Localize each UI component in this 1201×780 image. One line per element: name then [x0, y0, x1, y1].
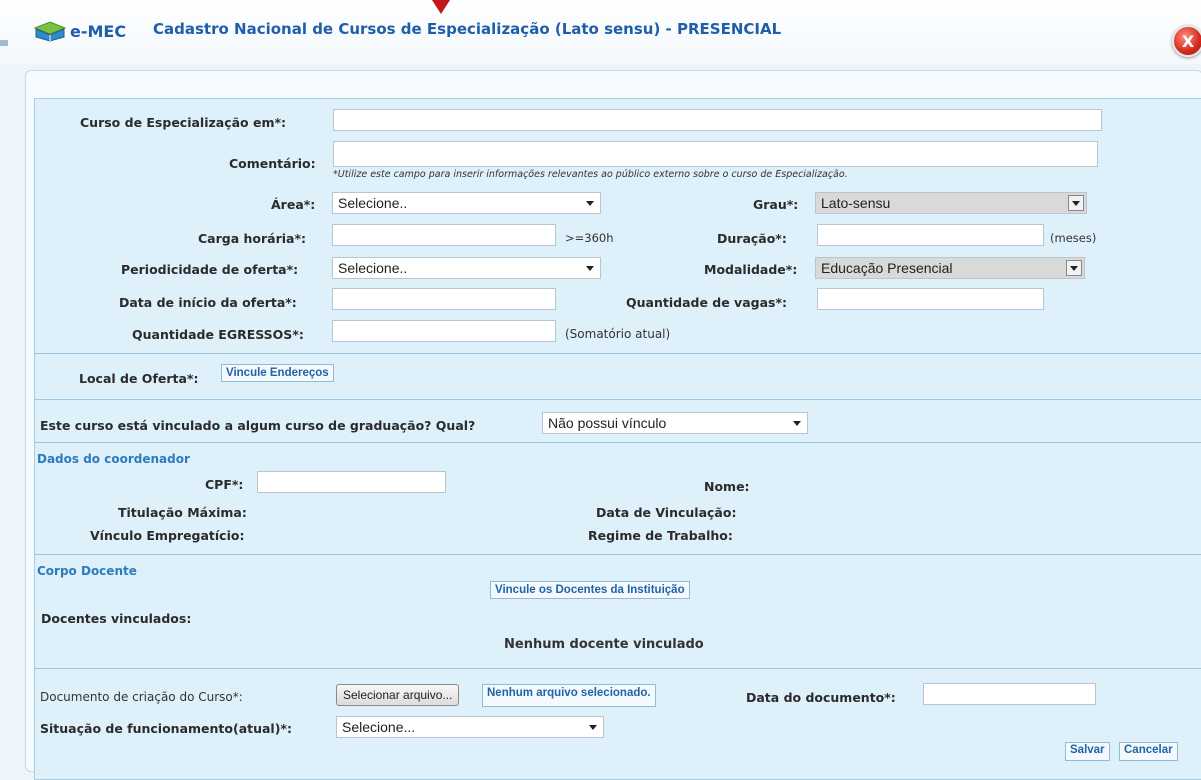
left-edge-marker: [0, 40, 8, 46]
selecionar-arquivo-button[interactable]: Selecionar arquivo...: [336, 684, 460, 706]
book-logo-icon: [33, 21, 67, 42]
file-status: Nenhum arquivo selecionado.: [482, 684, 656, 707]
chevron-down-icon: [589, 725, 597, 730]
divider: [34, 442, 1201, 443]
dropdown-button[interactable]: [1066, 260, 1082, 276]
data-vinculacao-label: Data de Vinculação:: [596, 505, 737, 520]
curso-label: Curso de Especialização em*:: [80, 115, 287, 130]
carga-input[interactable]: [332, 224, 556, 246]
documento-label: Documento de criação do Curso*:: [40, 690, 243, 704]
chevron-down-icon: [1072, 201, 1080, 206]
vinculo-select[interactable]: Não possui vínculo: [542, 412, 808, 434]
nome-label: Nome:: [704, 479, 750, 494]
comentario-input[interactable]: [333, 141, 1098, 167]
duracao-input[interactable]: [817, 224, 1044, 246]
coordenador-section-title: Dados do coordenador: [37, 452, 190, 466]
dropdown-button[interactable]: [1068, 195, 1084, 211]
divider: [34, 668, 1201, 669]
regime-label: Regime de Trabalho:: [588, 528, 733, 543]
comentario-hint: *Utilize este campo para inserir informa…: [333, 169, 848, 180]
vinculo-label: Este curso está vinculado a algum curso …: [40, 418, 476, 433]
vincule-enderecos-button[interactable]: Vincule Endereços: [221, 364, 334, 382]
periodicidade-label: Periodicidade de oferta*:: [121, 262, 299, 277]
data-documento-input[interactable]: [923, 683, 1096, 705]
situacao-label: Situação de funcionamento(atual)*:: [40, 721, 292, 736]
area-label: Área*:: [271, 197, 316, 212]
chevron-down-icon: [1070, 266, 1078, 271]
carga-hint: >=360h: [565, 231, 614, 245]
close-icon: X: [1181, 31, 1195, 51]
titulacao-label: Titulação Máxima:: [118, 505, 247, 520]
periodicidade-select[interactable]: Selecione..: [332, 257, 601, 279]
grau-select[interactable]: Lato-sensu: [815, 192, 1087, 214]
situacao-select[interactable]: Selecione...: [336, 716, 604, 738]
docentes-empty-message: Nenhum docente vinculado: [504, 637, 704, 652]
egressos-label: Quantidade EGRESSOS*:: [132, 327, 304, 342]
area-select[interactable]: Selecione..: [332, 192, 601, 214]
vinculo-empregaticio-label: Vínculo Empregatício:: [90, 528, 245, 543]
pointer-marker-icon: [432, 0, 450, 14]
modalidade-selected-value: Educação Presencial: [821, 260, 953, 276]
curso-input[interactable]: [333, 109, 1102, 131]
local-label: Local de Oferta*:: [79, 371, 199, 386]
logo-text: e-MEC: [70, 21, 127, 41]
divider: [34, 399, 1201, 400]
page-title: Cadastro Nacional de Cursos de Especiali…: [153, 20, 782, 38]
carga-label: Carga horária*:: [198, 231, 307, 246]
save-button[interactable]: Salvar: [1065, 742, 1110, 761]
close-button[interactable]: X: [1172, 25, 1201, 57]
vagas-label: Quantidade de vagas*:: [626, 295, 787, 310]
modalidade-label: Modalidade*:: [704, 262, 798, 277]
emec-logo: e-MEC: [33, 20, 126, 42]
divider: [34, 554, 1201, 555]
modalidade-select[interactable]: Educação Presencial: [815, 257, 1085, 279]
cpf-label: CPF*:: [205, 477, 244, 492]
duracao-hint: (meses): [1050, 231, 1097, 245]
periodicidade-selected-value: Selecione..: [338, 260, 408, 276]
egressos-input[interactable]: [332, 320, 556, 342]
data-inicio-input[interactable]: [332, 288, 556, 310]
egressos-hint: (Somatório atual): [565, 327, 671, 341]
duracao-label: Duração*:: [717, 231, 787, 246]
data-inicio-label: Data de início da oferta*:: [119, 295, 297, 310]
vinculo-selected-value: Não possui vínculo: [548, 415, 667, 431]
area-selected-value: Selecione..: [338, 195, 408, 211]
chevron-down-icon: [793, 421, 801, 426]
divider: [34, 353, 1201, 354]
data-documento-label: Data do documento*:: [746, 690, 896, 705]
docentes-vinculados-label: Docentes vinculados:: [41, 611, 192, 626]
comentario-label: Comentário:: [229, 156, 316, 171]
chevron-down-icon: [586, 201, 594, 206]
grau-selected-value: Lato-sensu: [821, 195, 891, 211]
cpf-input[interactable]: [257, 471, 446, 493]
situacao-selected-value: Selecione...: [342, 719, 416, 735]
vincule-docentes-button[interactable]: Vincule os Docentes da Instituição: [490, 581, 690, 599]
cancel-button[interactable]: Cancelar: [1119, 742, 1178, 761]
vagas-input[interactable]: [817, 288, 1044, 310]
chevron-down-icon: [586, 266, 594, 271]
grau-label: Grau*:: [753, 197, 799, 212]
corpo-docente-section-title: Corpo Docente: [37, 564, 137, 578]
